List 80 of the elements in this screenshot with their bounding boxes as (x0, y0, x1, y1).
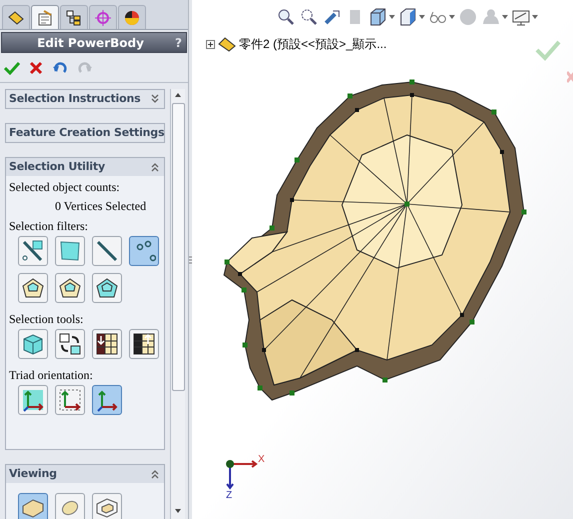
scroll-thumb[interactable] (172, 103, 184, 391)
section-view-icon (348, 8, 362, 26)
cube-icon (369, 8, 387, 26)
section-header[interactable]: Selection Utility (6, 158, 164, 176)
cube-icon (21, 332, 45, 356)
tool-button[interactable] (55, 329, 85, 359)
ring-icon (95, 276, 119, 300)
tool-button[interactable] (92, 273, 122, 303)
sphere-icon (459, 8, 477, 26)
expand-plus-icon[interactable] (206, 40, 215, 48)
ok-check-icon[interactable] (4, 60, 20, 74)
collapse-icon[interactable] (150, 162, 160, 172)
grid-icon (132, 332, 156, 356)
scroll-up-icon[interactable] (174, 91, 182, 99)
group-label: Triad orientation: (9, 367, 94, 384)
tool-button[interactable] (18, 273, 48, 303)
dropdown-caret-icon[interactable] (502, 15, 508, 19)
tool-button[interactable] (129, 329, 159, 359)
ring-icon (21, 276, 45, 300)
edge-face-icon (21, 239, 45, 263)
group-label: Selection filters: (9, 218, 89, 235)
scroll-down-icon[interactable] (174, 507, 182, 515)
panel-title: Edit PowerBody (36, 34, 145, 52)
dropdown-caret-icon[interactable] (449, 15, 455, 19)
section-title: Selection Instructions (9, 90, 140, 107)
tool-button[interactable] (55, 385, 85, 415)
z-axis-label: Z (226, 491, 232, 501)
zoom-area-button[interactable] (299, 7, 319, 27)
panel-tab[interactable] (60, 5, 88, 29)
part-icon (7, 8, 25, 26)
tool-button[interactable] (92, 236, 122, 266)
feature-tree-item[interactable]: 零件2 (預設<<預設>_顯示... (239, 35, 387, 53)
wireframe-block-icon (95, 496, 119, 519)
cancel-x-icon[interactable] (29, 60, 43, 74)
zoom-fit-button[interactable] (276, 7, 296, 27)
crosshair-icon (94, 8, 112, 26)
collapse-icon[interactable] (150, 469, 160, 479)
dropdown-caret-icon[interactable] (419, 15, 425, 19)
count-text: 0 Vertices Selected (54, 198, 148, 215)
property-sheet-icon (36, 8, 54, 26)
ring-icon (58, 276, 82, 300)
tool-button[interactable] (18, 236, 48, 266)
undo-icon[interactable] (52, 60, 68, 74)
axes-icon (58, 388, 82, 412)
color-ball-icon (123, 8, 141, 26)
section-title: Selection Utility (9, 158, 105, 175)
panel-tab[interactable] (2, 5, 30, 29)
confirm-check-icon[interactable] (535, 39, 561, 61)
dropdown-caret-icon[interactable] (389, 15, 395, 19)
grid-icon (95, 332, 119, 356)
counts-label: Selected object counts: (9, 179, 121, 196)
tool-button[interactable] (92, 493, 122, 519)
panel-tab[interactable] (118, 5, 146, 29)
axes-icon (21, 388, 45, 412)
magnifier-icon (300, 8, 318, 26)
view-orientation-button[interactable] (368, 7, 388, 27)
panel-tab[interactable] (31, 5, 59, 29)
configuration-tree-icon (65, 8, 83, 26)
monitor-icon (512, 8, 530, 26)
section-header[interactable]: Viewing (6, 465, 164, 483)
arrow-icon (323, 8, 341, 26)
tool-button[interactable] (92, 329, 122, 359)
help-button[interactable]: ? (175, 34, 182, 52)
group-label: Selection tools: (9, 311, 84, 328)
face-icon (58, 239, 82, 263)
axes-icon (95, 388, 119, 412)
expand-icon[interactable] (150, 94, 160, 104)
tool-button[interactable] (55, 273, 85, 303)
cube-icon (399, 8, 417, 26)
tool-button[interactable] (18, 385, 48, 415)
section-title: Viewing (9, 466, 57, 482)
swap-icon (58, 332, 82, 356)
x-axis-label: X (258, 455, 265, 465)
magnifier-icon (277, 8, 295, 26)
edge-icon (95, 239, 119, 263)
display-style-button[interactable] (398, 7, 418, 27)
section-header[interactable]: Selection Instructions (6, 90, 164, 108)
dome-icon (482, 8, 500, 26)
part-icon (218, 36, 236, 52)
dropdown-caret-icon[interactable] (532, 15, 538, 19)
